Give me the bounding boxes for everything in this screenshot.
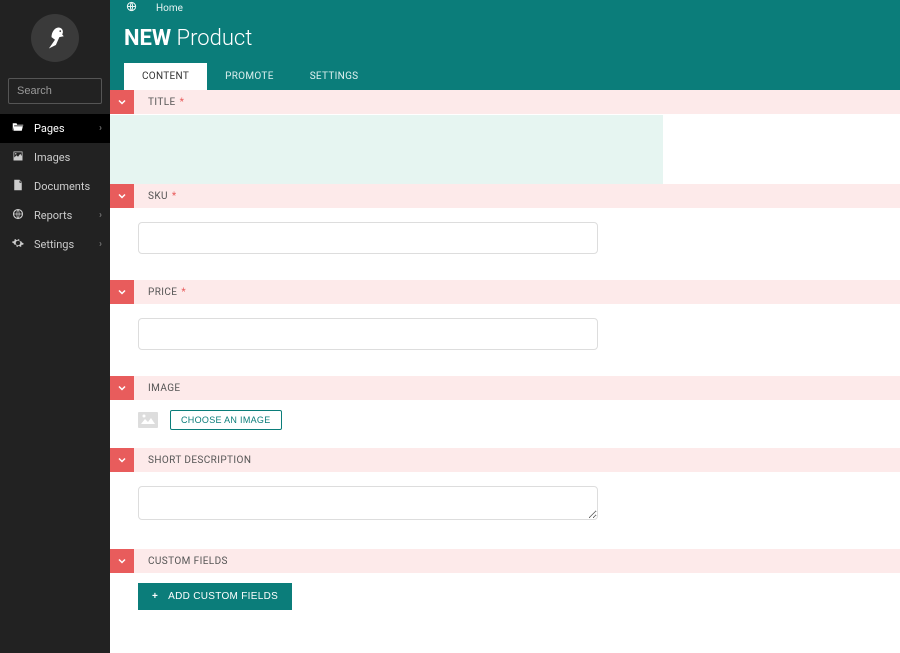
- chevron-down-icon: [116, 286, 128, 298]
- logo-circle: [31, 14, 79, 62]
- tab-content[interactable]: CONTENT: [124, 63, 207, 90]
- collapse-toggle[interactable]: [110, 376, 134, 400]
- price-input[interactable]: [138, 318, 598, 350]
- page-header: NEW Product CONTENT PROMOTE SETTINGS: [110, 16, 900, 90]
- sidebar-item-label: Settings: [34, 238, 74, 251]
- choose-image-button[interactable]: CHOOSE AN IMAGE: [170, 410, 282, 430]
- add-custom-fields-label: ADD CUSTOM FIELDS: [168, 591, 278, 602]
- image-icon: [10, 150, 26, 165]
- folder-open-icon: [10, 121, 26, 136]
- sidebar-item-label: Images: [34, 151, 70, 164]
- collapse-toggle[interactable]: [110, 280, 134, 304]
- breadcrumb-home[interactable]: Home: [156, 3, 183, 14]
- field-price: PRICE *: [110, 280, 900, 376]
- plus-icon: +: [152, 591, 158, 602]
- short-description-input[interactable]: [138, 486, 598, 520]
- main-content: Home NEW Product CONTENT PROMOTE SETTING…: [110, 0, 900, 653]
- collapse-toggle[interactable]: [110, 448, 134, 472]
- required-star: *: [181, 287, 186, 298]
- sku-input[interactable]: [138, 222, 598, 254]
- chevron-down-icon: [116, 382, 128, 394]
- page-title: NEW Product: [124, 26, 886, 63]
- sidebar-item-label: Reports: [34, 209, 72, 222]
- sidebar-item-label: Documents: [34, 180, 90, 193]
- chevron-right-icon: ›: [99, 239, 102, 250]
- logo: [0, 0, 110, 72]
- field-short-description: SHORT DESCRIPTION: [110, 448, 900, 549]
- field-custom-fields: CUSTOM FIELDS + ADD CUSTOM FIELDS: [110, 549, 900, 640]
- field-image: IMAGE CHOOSE AN IMAGE: [110, 376, 900, 448]
- sidebar-item-images[interactable]: Images: [0, 143, 110, 172]
- sidebar-item-pages[interactable]: Pages ›: [0, 114, 110, 143]
- document-icon: [10, 179, 26, 194]
- field-label: CUSTOM FIELDS: [148, 556, 228, 567]
- form: TITLE * SKU *: [110, 90, 900, 653]
- chevron-down-icon: [116, 190, 128, 202]
- field-label: PRICE *: [148, 287, 186, 298]
- field-label: IMAGE: [148, 383, 181, 394]
- image-placeholder-icon: [138, 412, 158, 428]
- collapse-toggle[interactable]: [110, 90, 134, 114]
- field-label: TITLE *: [148, 97, 184, 108]
- required-star: *: [172, 191, 177, 202]
- field-sku: SKU *: [110, 184, 900, 280]
- breadcrumb: Home: [110, 0, 900, 16]
- field-label: SHORT DESCRIPTION: [148, 455, 251, 466]
- collapse-toggle[interactable]: [110, 549, 134, 573]
- chevron-right-icon: ›: [99, 123, 102, 134]
- page-title-new: NEW: [124, 26, 171, 51]
- globe-icon: [10, 208, 26, 223]
- cog-icon: [10, 237, 26, 252]
- tab-settings[interactable]: SETTINGS: [292, 63, 377, 90]
- collapse-toggle[interactable]: [110, 184, 134, 208]
- sidebar: Pages › Images Documents Reports ›: [0, 0, 110, 653]
- chevron-right-icon: ›: [99, 210, 102, 221]
- page-title-type: Product: [177, 26, 253, 51]
- chevron-down-icon: [116, 555, 128, 567]
- sidebar-search[interactable]: [8, 78, 102, 104]
- sidebar-item-label: Pages: [34, 122, 65, 135]
- sidebar-item-settings[interactable]: Settings ›: [0, 230, 110, 259]
- tabs: CONTENT PROMOTE SETTINGS: [124, 63, 886, 90]
- title-input-area[interactable]: [110, 114, 900, 184]
- field-label: SKU *: [148, 191, 177, 202]
- sidebar-item-reports[interactable]: Reports ›: [0, 201, 110, 230]
- tab-promote[interactable]: PROMOTE: [207, 63, 292, 90]
- chevron-down-icon: [116, 454, 128, 466]
- chevron-down-icon: [116, 96, 128, 108]
- sidebar-nav: Pages › Images Documents Reports ›: [0, 114, 110, 259]
- field-title: TITLE *: [110, 90, 900, 184]
- add-custom-fields-button[interactable]: + ADD CUSTOM FIELDS: [138, 583, 292, 610]
- required-star: *: [180, 97, 185, 108]
- wagtail-bird-icon: [41, 24, 69, 52]
- sidebar-item-documents[interactable]: Documents: [0, 172, 110, 201]
- globe-icon[interactable]: [124, 1, 138, 15]
